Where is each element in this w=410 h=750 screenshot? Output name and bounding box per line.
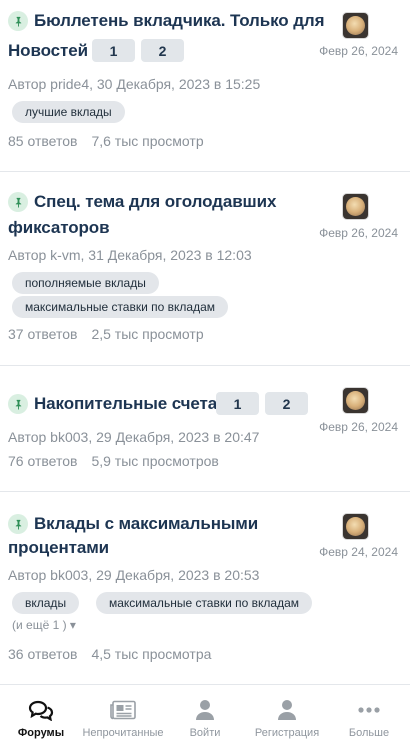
user-icon bbox=[195, 699, 215, 721]
last-post-date[interactable]: Февр 26, 2024 bbox=[319, 420, 398, 434]
reply-count: 37 ответов bbox=[8, 326, 78, 342]
tag[interactable]: вклады bbox=[12, 592, 80, 614]
topic-title-continued[interactable]: Новостей bbox=[8, 41, 88, 61]
tab-forums[interactable]: Форумы bbox=[0, 685, 82, 750]
topic-title[interactable]: Бюллетень вкладчика. Только для bbox=[34, 11, 325, 31]
author-line: Автор pride4, 30 Декабря, 2023 в 15:25 bbox=[8, 76, 261, 92]
last-post-date[interactable]: Февр 26, 2024 bbox=[319, 226, 398, 240]
forums-icon bbox=[28, 699, 54, 721]
page-link-2[interactable]: 2 bbox=[141, 39, 184, 62]
view-count: 7,6 тыс просмотр bbox=[91, 133, 204, 149]
topic-row[interactable]: Вклады с максимальными процентами Февр 2… bbox=[0, 492, 410, 684]
tab-more[interactable]: Больше bbox=[328, 685, 410, 750]
tab-login[interactable]: Войти bbox=[164, 685, 246, 750]
page-link-2[interactable]: 2 bbox=[265, 392, 308, 415]
reply-count: 85 ответов bbox=[8, 133, 78, 149]
author-line: Автор bk003, 29 Декабря, 2023 в 20:53 bbox=[8, 567, 260, 583]
topic-stats: 37 ответов 2,5 тыс просмотр bbox=[8, 326, 204, 342]
topic-row[interactable]: Накопительные счета 1 2 Февр 26, 2024 Ав… bbox=[0, 366, 410, 492]
pin-icon bbox=[8, 11, 28, 31]
topic-stats: 85 ответов 7,6 тыс просмотр bbox=[8, 133, 204, 149]
tag[interactable]: максимальные ставки по вкладам bbox=[12, 296, 229, 318]
reply-count: 76 ответов bbox=[8, 453, 78, 469]
reply-count: 36 ответов bbox=[8, 646, 78, 662]
tag[interactable]: максимальные ставки по вкладам bbox=[96, 592, 313, 614]
author-line: Автор k-vm, 31 Декабря, 2023 в 12:03 bbox=[8, 247, 252, 263]
pin-icon bbox=[8, 192, 28, 212]
topic-title-continued[interactable]: фиксаторов bbox=[8, 218, 110, 238]
bottom-tab-bar: Форумы Непрочитанные Войти Регистрация Б… bbox=[0, 684, 410, 750]
tab-register[interactable]: Регистрация bbox=[246, 685, 328, 750]
user-plus-icon bbox=[277, 699, 297, 721]
tab-unread[interactable]: Непрочитанные bbox=[82, 685, 164, 750]
tag[interactable]: пополняемые вклады bbox=[12, 272, 159, 294]
pin-icon bbox=[8, 514, 28, 534]
pin-icon bbox=[8, 394, 28, 414]
topic-title-continued[interactable]: процентами bbox=[8, 538, 109, 558]
author-line: Автор bk003, 29 Декабря, 2023 в 20:47 bbox=[8, 429, 260, 445]
tab-label: Войти bbox=[189, 727, 221, 739]
avatar[interactable] bbox=[342, 193, 369, 220]
tab-label: Регистрация bbox=[254, 727, 320, 739]
page-link-1[interactable]: 1 bbox=[216, 392, 259, 415]
tab-label: Форумы bbox=[17, 727, 65, 739]
topic-stats: 36 ответов 4,5 тыс просмотра bbox=[8, 646, 211, 662]
avatar[interactable] bbox=[342, 513, 369, 540]
tab-label: Больше bbox=[348, 727, 390, 739]
page-link-1[interactable]: 1 bbox=[92, 39, 135, 62]
view-count: 4,5 тыс просмотра bbox=[91, 646, 212, 662]
tag[interactable]: лучшие вклады bbox=[12, 101, 125, 123]
topic-stats: 76 ответов 5,9 тыс просмотров bbox=[8, 453, 219, 469]
avatar[interactable] bbox=[342, 387, 369, 414]
topic-row[interactable]: Спец. тема для оголодавших фиксаторов Фе… bbox=[0, 172, 410, 366]
last-post-date[interactable]: Февр 26, 2024 bbox=[319, 44, 398, 58]
view-count: 2,5 тыс просмотр bbox=[91, 326, 204, 342]
more-icon bbox=[358, 699, 380, 721]
tab-label: Непрочитанные bbox=[82, 727, 164, 739]
last-post-date[interactable]: Февр 24, 2024 bbox=[319, 545, 398, 559]
view-count: 5,9 тыс просмотров bbox=[91, 453, 219, 469]
avatar[interactable] bbox=[342, 12, 369, 39]
topic-title[interactable]: Накопительные счета bbox=[34, 394, 217, 414]
newspaper-icon bbox=[109, 699, 137, 721]
more-tags-toggle[interactable]: (и ещё 1 ) ▾ bbox=[12, 618, 76, 632]
topic-title[interactable]: Спец. тема для оголодавших bbox=[34, 192, 276, 212]
topic-row[interactable]: Бюллетень вкладчика. Только для Новостей… bbox=[0, 0, 410, 172]
topic-title[interactable]: Вклады с максимальными bbox=[34, 514, 258, 534]
